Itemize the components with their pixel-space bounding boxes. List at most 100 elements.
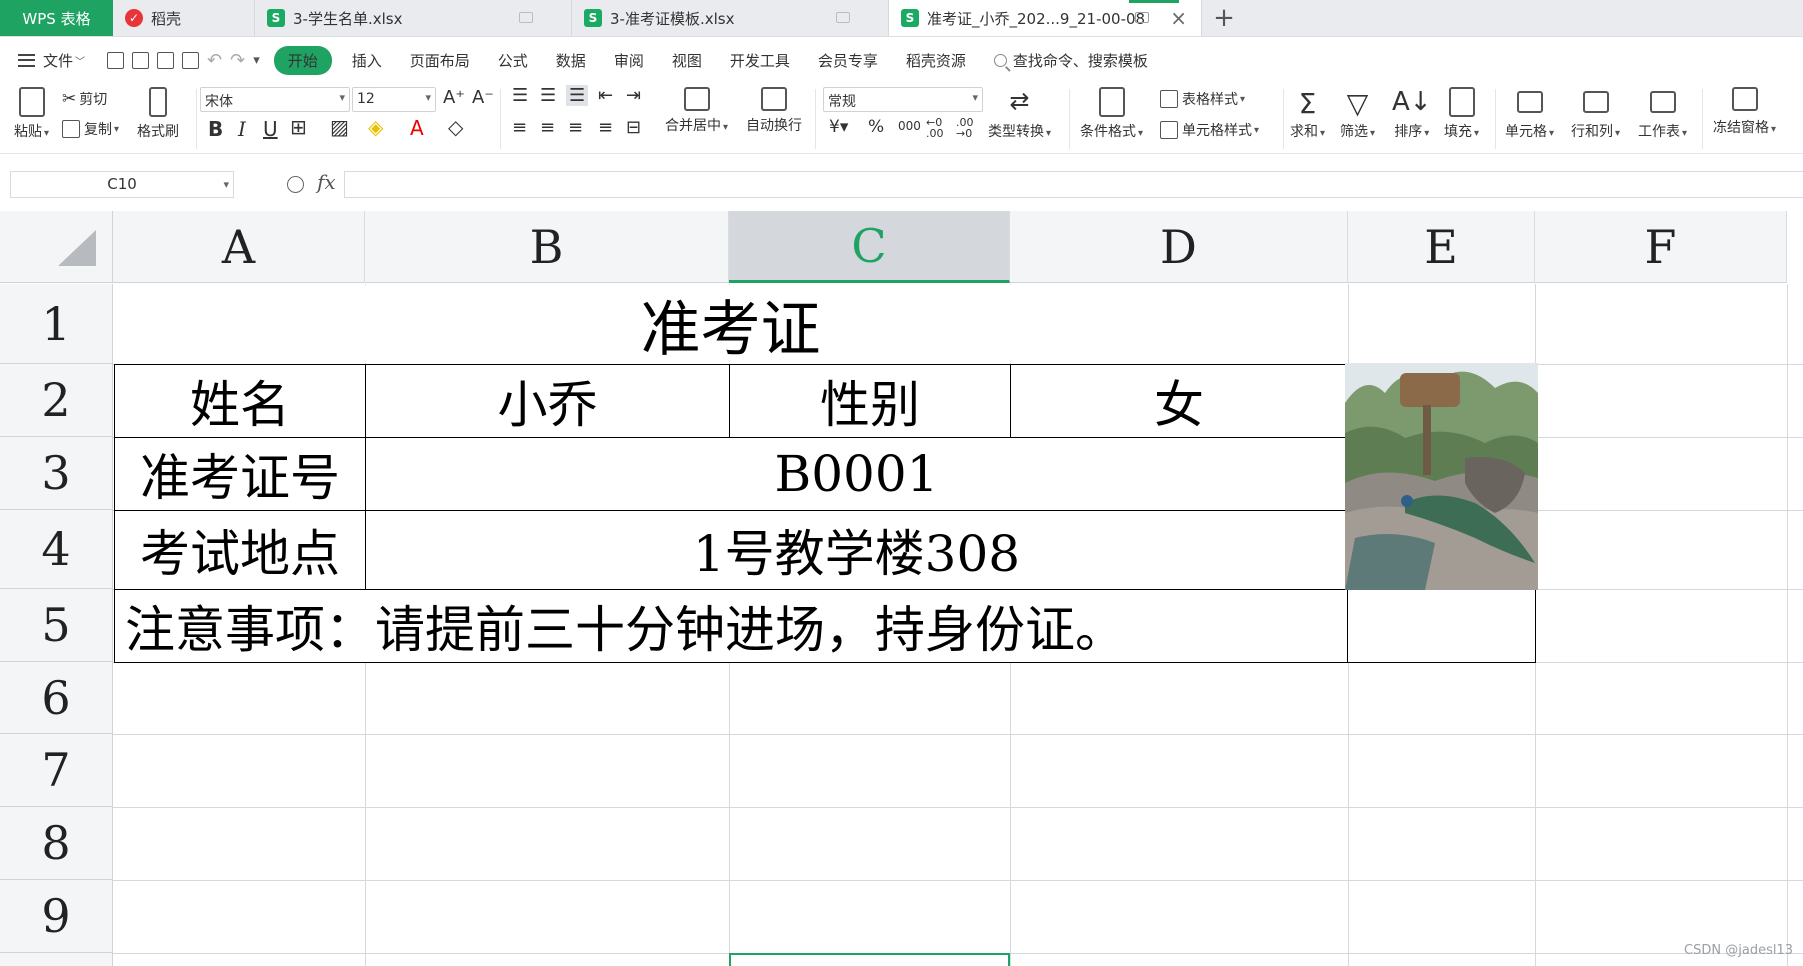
row-col-button[interactable]: 行和列 ▾ xyxy=(1571,87,1620,141)
eraser-icon[interactable]: ◇ xyxy=(448,115,463,139)
col-header-e[interactable]: E xyxy=(1348,211,1535,283)
bold-button[interactable]: B xyxy=(208,117,223,141)
formula-input[interactable] xyxy=(344,171,1803,198)
tab-ticket-template[interactable]: S 3-准考证模板.xlsx xyxy=(572,0,889,36)
row-header-2[interactable]: 2 xyxy=(0,364,113,437)
name-label-cell[interactable]: 姓名 xyxy=(114,364,366,438)
indent-increase-icon[interactable]: ⇥ xyxy=(626,85,641,106)
gender-label-cell[interactable]: 性别 xyxy=(729,364,1011,438)
row-header-4[interactable]: 4 xyxy=(0,510,113,589)
student-photo[interactable] xyxy=(1345,363,1538,590)
align-middle-icon[interactable]: ☰ xyxy=(540,85,556,106)
row-header-9[interactable]: 9 xyxy=(0,880,113,953)
merge-center-button[interactable]: 合并居中 ▾ xyxy=(665,87,728,135)
file-menu[interactable]: 文件 ﹀ xyxy=(0,50,99,71)
row-header-7[interactable]: 7 xyxy=(0,734,113,807)
indent-decrease-icon[interactable]: ⇤ xyxy=(598,85,613,106)
decrease-font-icon[interactable]: A⁻ xyxy=(472,87,494,108)
tab-daoke[interactable]: ✓ 稻壳 xyxy=(113,0,255,36)
id-value-cell[interactable]: B0001 xyxy=(365,437,1348,511)
menu-insert[interactable]: 插入 xyxy=(338,50,396,71)
new-tab-button[interactable]: + xyxy=(1202,0,1246,36)
decimal-add-icon[interactable]: ←0.00 xyxy=(926,117,944,139)
font-size-select[interactable]: 12 xyxy=(352,87,436,112)
italic-button[interactable]: I xyxy=(238,117,246,141)
app-logo[interactable]: WPS 表格 xyxy=(0,0,113,36)
row-header-8[interactable]: 8 xyxy=(0,807,113,880)
align-center-icon[interactable]: ≡ xyxy=(540,117,555,138)
type-convert-button[interactable]: ⇄ 类型转换 ▾ xyxy=(988,87,1051,141)
menu-member[interactable]: 会员专享 xyxy=(804,50,892,71)
export-icon[interactable] xyxy=(132,51,150,69)
menu-page-layout[interactable]: 页面布局 xyxy=(396,50,484,71)
filter-button[interactable]: ▽ 筛选 ▾ xyxy=(1340,87,1375,141)
select-all-button[interactable] xyxy=(0,211,113,283)
copy-button[interactable]: 复制 ▾ xyxy=(62,119,119,139)
align-left-icon[interactable]: ≡ xyxy=(512,117,527,138)
location-label-cell[interactable]: 考试地点 xyxy=(114,510,366,590)
align-right-icon[interactable]: ≡ xyxy=(568,117,583,138)
paste-button[interactable]: 粘贴 ▾ xyxy=(14,87,49,141)
id-label-cell[interactable]: 准考证号 xyxy=(114,437,366,511)
row-header-10[interactable] xyxy=(0,953,113,966)
font-color-icon[interactable]: A xyxy=(410,116,424,140)
cell-pattern-icon[interactable]: ▨ xyxy=(330,115,349,139)
notice-cell[interactable]: 注意事项：请提前三十分钟进场，持身份证。 xyxy=(114,589,1348,663)
align-top-icon[interactable]: ☰ xyxy=(512,85,528,106)
col-header-c[interactable]: C xyxy=(729,211,1010,283)
fill-color-icon[interactable]: ◈ xyxy=(368,115,383,139)
menu-developer[interactable]: 开发工具 xyxy=(716,50,804,71)
cell-style-button[interactable]: 单元格样式 ▾ xyxy=(1160,120,1259,140)
menu-view[interactable]: 视图 xyxy=(658,50,716,71)
menu-review[interactable]: 审阅 xyxy=(600,50,658,71)
gender-value-cell[interactable]: 女 xyxy=(1010,364,1348,438)
wrap-text-button[interactable]: 自动换行 xyxy=(746,87,802,135)
percent-icon[interactable]: % xyxy=(868,117,884,137)
increase-font-icon[interactable]: A⁺ xyxy=(443,87,465,108)
active-cell-c10[interactable] xyxy=(729,953,1010,966)
col-header-d[interactable]: D xyxy=(1010,211,1348,283)
menu-daoke-resources[interactable]: 稻壳资源 xyxy=(892,50,980,71)
sum-button[interactable]: Σ 求和 ▾ xyxy=(1290,87,1325,141)
fill-button[interactable]: 填充 ▾ xyxy=(1444,87,1479,141)
col-header-b[interactable]: B xyxy=(365,211,729,283)
command-search[interactable]: 查找命令、搜索模板 xyxy=(980,50,1162,71)
row-header-5[interactable]: 5 xyxy=(0,589,113,662)
conditional-format-button[interactable]: 条件格式 ▾ xyxy=(1080,87,1143,141)
redo-icon[interactable]: ↷ xyxy=(230,51,245,69)
col-header-f[interactable]: F xyxy=(1535,211,1787,283)
fx-icon[interactable]: fx xyxy=(317,170,336,194)
font-name-select[interactable]: 宋体 xyxy=(200,87,350,112)
worksheet-button[interactable]: 工作表 ▾ xyxy=(1638,87,1687,141)
currency-icon[interactable]: ¥▾ xyxy=(829,117,848,137)
decimal-remove-icon[interactable]: .00 →0 xyxy=(956,117,974,139)
location-value-cell[interactable]: 1号教学楼308 xyxy=(365,510,1348,590)
row-header-6[interactable]: 6 xyxy=(0,662,113,734)
tab-student-list[interactable]: S 3-学生名单.xlsx xyxy=(255,0,572,36)
row-header-1[interactable]: 1 xyxy=(0,284,113,364)
row-header-3[interactable]: 3 xyxy=(0,437,113,510)
align-bottom-icon[interactable]: ☰ xyxy=(566,85,589,106)
print-preview-icon[interactable] xyxy=(182,51,200,69)
format-painter-button[interactable]: 格式刷 xyxy=(137,87,179,141)
empty-cell-e5[interactable] xyxy=(1347,589,1536,663)
thousands-icon[interactable]: 000 xyxy=(898,119,921,133)
tab-ticket-xiaoqiao[interactable]: S 准考证_小乔_202...9_21-00-08 × xyxy=(889,0,1202,36)
menu-formula[interactable]: 公式 xyxy=(484,50,542,71)
freeze-panes-button[interactable]: 冻结窗格 ▾ xyxy=(1713,87,1776,137)
cell-button[interactable]: 单元格 ▾ xyxy=(1505,87,1554,141)
menu-start[interactable]: 开始 xyxy=(273,45,332,75)
name-box[interactable]: C10 xyxy=(10,171,234,198)
undo-icon[interactable]: ↶ xyxy=(207,51,222,69)
close-icon[interactable]: × xyxy=(1170,6,1187,30)
cut-button[interactable]: ✂ 剪切 xyxy=(62,89,107,109)
print-icon[interactable] xyxy=(157,51,175,69)
save-icon[interactable] xyxy=(107,51,125,69)
underline-button[interactable]: U xyxy=(263,117,278,141)
name-value-cell[interactable]: 小乔 xyxy=(365,364,730,438)
justify-icon[interactable]: ≡ xyxy=(598,117,613,138)
border-icon[interactable]: ⊞ xyxy=(290,115,307,139)
col-header-a[interactable]: A xyxy=(113,211,365,283)
zoom-icon[interactable] xyxy=(287,176,304,193)
customize-icon[interactable]: ▾ xyxy=(253,52,260,69)
